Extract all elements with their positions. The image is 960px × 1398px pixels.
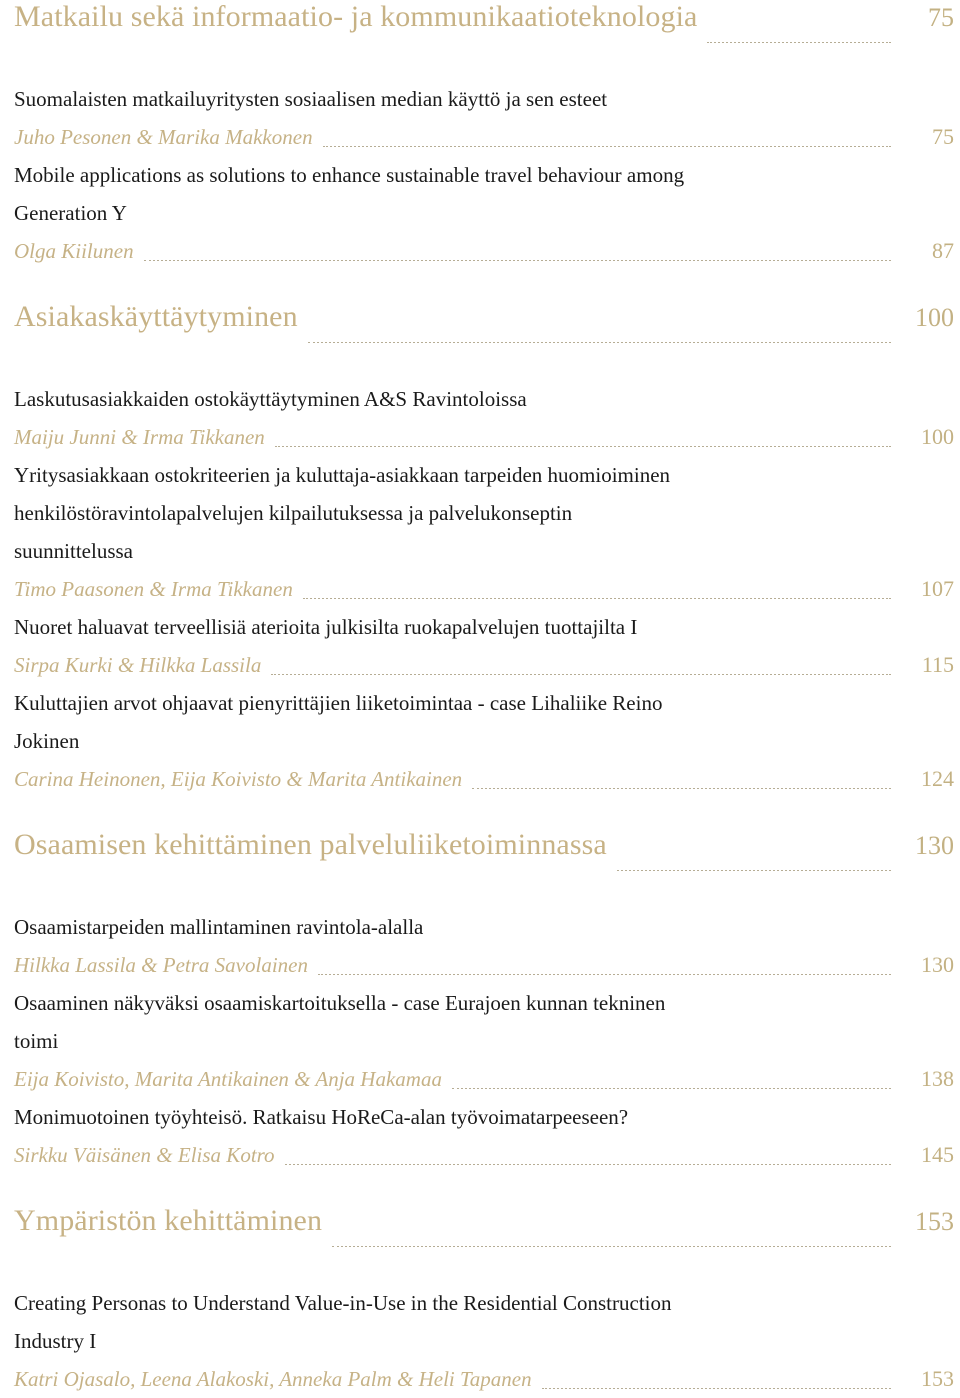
entry-page-number: 124 [921, 766, 954, 791]
entry-authors-label: Juho Pesonen & Marika Makkonen [14, 125, 313, 149]
entry-title-line: Nuoret haluavat terveellisiä aterioita j… [14, 615, 638, 639]
entry-authors-label: Timo Paasonen & Irma Tikkanen [14, 577, 293, 601]
toc-entry: Creating Personas to Understand Value-in… [0, 1284, 960, 1398]
entry-author-row[interactable]: Carina Heinonen, Eija Koivisto & Marita … [0, 760, 960, 798]
dot-leader [541, 1388, 891, 1389]
section-heading-spacer [0, 878, 960, 908]
entry-authors-label: Maiju Junni & Irma Tikkanen [14, 425, 265, 449]
section-heading-label: Matkailu sekä informaatio- ja kommunikaa… [14, 0, 698, 33]
entry-author-row[interactable]: Maiju Junni & Irma Tikkanen 100 [0, 418, 960, 456]
entry-page-number: 145 [921, 1142, 954, 1167]
dot-leader [616, 870, 891, 871]
section-heading-spacer [0, 1254, 960, 1284]
section-heading-spacer [0, 50, 960, 80]
entry-title-line: Osaaminen näkyväksi osaamiskartoituksell… [14, 991, 666, 1015]
entry-title-line: Kuluttajien arvot ohjaavat pienyrittäjie… [14, 691, 663, 715]
entry-author-row[interactable]: Olga Kiilunen 87 [0, 232, 960, 270]
entry-title-line: Creating Personas to Understand Value-in… [14, 1291, 672, 1315]
entry-authors-label: Sirpa Kurki & Hilkka Lassila [14, 653, 262, 677]
toc-entry: Osaaminen näkyväksi osaamiskartoituksell… [0, 984, 960, 1098]
dot-leader [472, 788, 891, 789]
dot-leader [271, 674, 891, 675]
toc-entry: Osaamistarpeiden mallintaminen ravintola… [0, 908, 960, 984]
entry-title-line: suunnittelussa [14, 539, 133, 563]
entry-page-number: 138 [921, 1066, 954, 1091]
dot-leader [451, 1088, 891, 1089]
entry-title-line: Monimuotoinen työyhteisö. Ratkaisu HoReC… [14, 1105, 629, 1129]
section-heading-label: Ympäristön kehittäminen [14, 1204, 323, 1237]
section-heading-row[interactable]: Asiakaskäyttäytyminen 100 [0, 300, 960, 350]
entry-authors-label: Hilkka Lassila & Petra Savolainen [14, 953, 308, 977]
toc-entry: Nuoret haluavat terveellisiä aterioita j… [0, 608, 960, 684]
dot-leader [707, 42, 891, 43]
section-heading-label: Osaamisen kehittäminen palveluliiketoimi… [14, 828, 607, 861]
entry-page-number: 153 [921, 1366, 954, 1391]
dot-leader [317, 974, 891, 975]
entry-page-number: 130 [921, 952, 954, 977]
entry-page-number: 75 [932, 124, 954, 149]
entry-authors-label: Sirkku Väisänen & Elisa Kotro [14, 1143, 275, 1167]
entry-title-line: henkilöstöravintolapalvelujen kilpailutu… [14, 501, 573, 525]
entry-page-number: 87 [932, 238, 954, 263]
section-heading-spacer [0, 350, 960, 380]
dot-leader [307, 342, 891, 343]
section-page-number: 75 [928, 3, 954, 32]
section-heading-row[interactable]: Matkailu sekä informaatio- ja kommunikaa… [0, 0, 960, 50]
toc-entry: Laskutusasiakkaiden ostokäyttäytyminen A… [0, 380, 960, 456]
toc-entry: Mobile applications as solutions to enha… [0, 156, 960, 270]
section-page-number: 130 [915, 831, 954, 860]
section-heading-row[interactable]: Osaamisen kehittäminen palveluliiketoimi… [0, 828, 960, 878]
section-page-number: 153 [915, 1207, 954, 1236]
toc-entry: Yritysasiakkaan ostokriteerien ja kulutt… [0, 456, 960, 608]
entry-author-row[interactable]: Juho Pesonen & Marika Makkonen 75 [0, 118, 960, 156]
entry-page-number: 115 [921, 652, 954, 677]
toc-entry: Kuluttajien arvot ohjaavat pienyrittäjie… [0, 684, 960, 798]
entry-title-line: Suomalaisten matkailuyritysten sosiaalis… [14, 87, 608, 111]
section-page-number: 100 [915, 303, 954, 332]
entry-authors-label: Katri Ojasalo, Leena Alakoski, Anneka Pa… [14, 1367, 532, 1391]
entry-authors-label: Eija Koivisto, Marita Antikainen & Anja … [14, 1067, 442, 1091]
entry-title-line: Yritysasiakkaan ostokriteerien ja kulutt… [14, 463, 671, 487]
entry-author-row[interactable]: Timo Paasonen & Irma Tikkanen 107 [0, 570, 960, 608]
dot-leader [274, 446, 891, 447]
section-heading-row[interactable]: Ympäristön kehittäminen 153 [0, 1204, 960, 1254]
toc-entry: Suomalaisten matkailuyritysten sosiaalis… [0, 80, 960, 156]
entry-title-line: Mobile applications as solutions to enha… [14, 163, 685, 187]
entry-page-number: 100 [921, 424, 954, 449]
entry-title-line: toimi [14, 1029, 59, 1053]
entry-title-line: Generation Y [14, 201, 127, 225]
entry-title-line: Laskutusasiakkaiden ostokäyttäytyminen A… [14, 387, 527, 411]
entry-author-row[interactable]: Katri Ojasalo, Leena Alakoski, Anneka Pa… [0, 1360, 960, 1398]
dot-leader [143, 260, 891, 261]
dot-leader [284, 1164, 891, 1165]
dot-leader [332, 1246, 891, 1247]
dot-leader [302, 598, 891, 599]
section-heading-label: Asiakaskäyttäytyminen [14, 300, 298, 333]
entry-authors-label: Carina Heinonen, Eija Koivisto & Marita … [14, 767, 463, 791]
entry-authors-label: Olga Kiilunen [14, 239, 134, 263]
toc-entry: Monimuotoinen työyhteisö. Ratkaisu HoReC… [0, 1098, 960, 1174]
entry-title-line: Osaamistarpeiden mallintaminen ravintola… [14, 915, 424, 939]
entry-author-row[interactable]: Sirpa Kurki & Hilkka Lassila 115 [0, 646, 960, 684]
entry-author-row[interactable]: Hilkka Lassila & Petra Savolainen 130 [0, 946, 960, 984]
entry-title-line: Industry I [14, 1329, 97, 1353]
entry-title-line: Jokinen [14, 729, 80, 753]
table-of-contents: Matkailu sekä informaatio- ja kommunikaa… [0, 0, 960, 1398]
entry-page-number: 107 [921, 576, 954, 601]
dot-leader [322, 146, 891, 147]
entry-author-row[interactable]: Eija Koivisto, Marita Antikainen & Anja … [0, 1060, 960, 1098]
entry-author-row[interactable]: Sirkku Väisänen & Elisa Kotro 145 [0, 1136, 960, 1174]
